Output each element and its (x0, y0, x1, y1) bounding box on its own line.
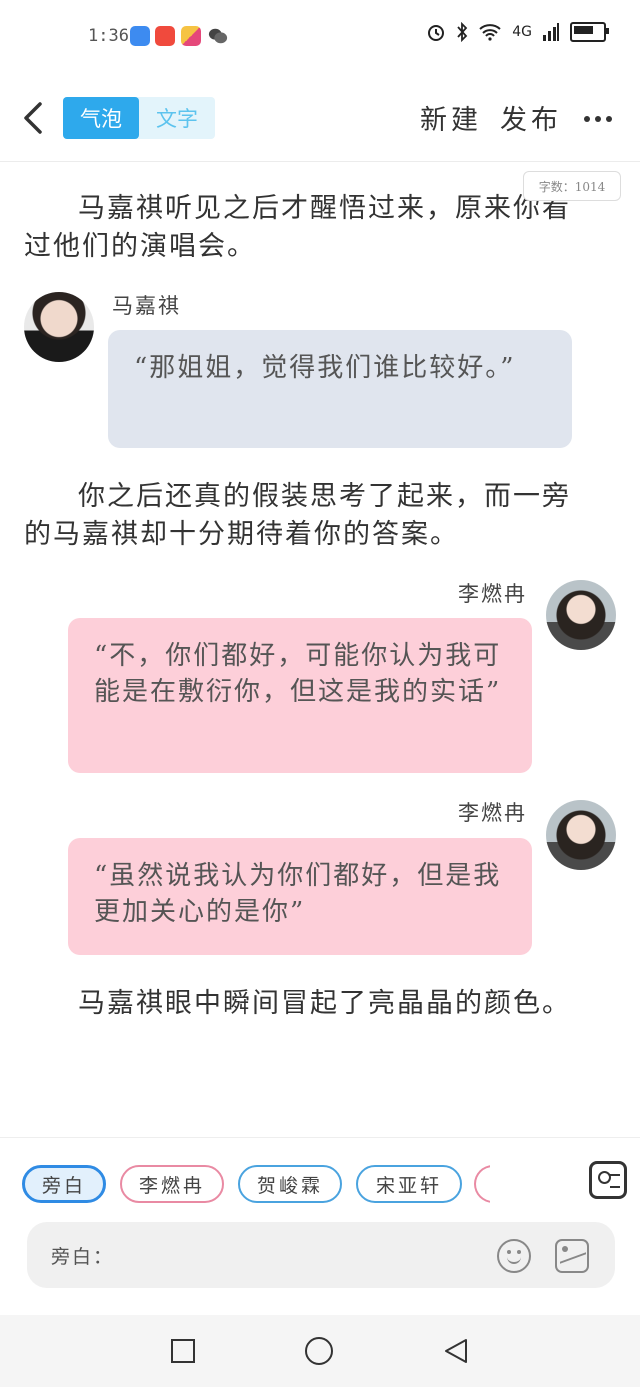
emoji-icon[interactable] (497, 1239, 531, 1273)
editor-header: 气泡 文字 新建 发布 (0, 88, 640, 152)
shop-app-icon (155, 26, 175, 46)
chat-bubble[interactable]: “那姐姐，觉得我们谁比较好。” (108, 330, 572, 448)
status-bar: 1:36 4G (0, 0, 640, 70)
nav-back-icon[interactable] (442, 1337, 470, 1365)
avatar-li-ranran[interactable] (546, 800, 616, 870)
status-time: 1:36 (88, 26, 129, 46)
input-role-label: 旁白： (51, 1246, 115, 1268)
chat-bubble[interactable]: “虽然说我认为你们都好，但是我更加关心的是你” (68, 838, 532, 955)
speaker-name: 马嘉祺 (112, 294, 181, 318)
recent-apps-icon[interactable] (171, 1339, 195, 1363)
new-button[interactable]: 新建 (420, 98, 482, 137)
cloud-app-icon (130, 26, 150, 46)
speaker-name: 李燃冉 (458, 801, 527, 825)
network-type: 4G (512, 24, 532, 40)
wifi-icon (479, 24, 501, 41)
more-icon[interactable] (584, 116, 614, 124)
narration-paragraph[interactable]: 马嘉祺听见之后才醒悟过来，原来你看过他们的演唱会。 (24, 190, 592, 266)
role-list-icon[interactable] (589, 1161, 627, 1199)
status-icons: 4G (426, 22, 609, 42)
battery-icon (570, 22, 609, 42)
input-panel: 旁白 李燃冉 贺峻霖 宋亚轩 旁白： (0, 1137, 640, 1316)
mode-toggle: 气泡 文字 (63, 97, 215, 139)
bluetooth-icon (457, 22, 468, 42)
role-chip-song-yaxuan[interactable]: 宋亚轩 (356, 1165, 462, 1203)
chat-bubble[interactable]: “不，你们都好，可能你认为我可能是在敷衍你，但这是我的实话” (68, 618, 532, 773)
avatar-li-ranran[interactable] (546, 580, 616, 650)
role-chip-he-junlin[interactable]: 贺峻霖 (238, 1165, 342, 1203)
tab-bubble[interactable]: 气泡 (63, 97, 139, 139)
back-icon[interactable] (16, 98, 52, 138)
role-chip-narrator[interactable]: 旁白 (22, 1165, 106, 1203)
speaker-name: 李燃冉 (458, 582, 527, 606)
message-input[interactable]: 旁白： (27, 1222, 615, 1288)
publish-button[interactable]: 发布 (500, 98, 562, 137)
narration-paragraph[interactable]: 你之后还真的假装思考了起来，而一旁的马嘉祺却十分期待着你的答案。 (24, 478, 592, 554)
image-icon[interactable] (555, 1239, 589, 1273)
alarm-icon (428, 25, 445, 41)
wechat-icon (208, 28, 228, 44)
system-nav-bar (0, 1315, 640, 1387)
header-divider (0, 161, 640, 162)
word-count-badge: 字数：1014 (523, 171, 621, 201)
narration-paragraph[interactable]: 马嘉祺眼中瞬间冒起了亮晶晶的颜色。 (24, 985, 592, 1023)
role-chip-li-ranran[interactable]: 李燃冉 (120, 1165, 224, 1203)
avatar-ma-jiaqi[interactable] (24, 292, 94, 362)
tab-text[interactable]: 文字 (139, 97, 215, 139)
chip-scroll-fade (490, 1158, 590, 1213)
signal-icon (543, 23, 559, 41)
color-app-icon (181, 26, 201, 46)
home-icon[interactable] (305, 1337, 333, 1365)
